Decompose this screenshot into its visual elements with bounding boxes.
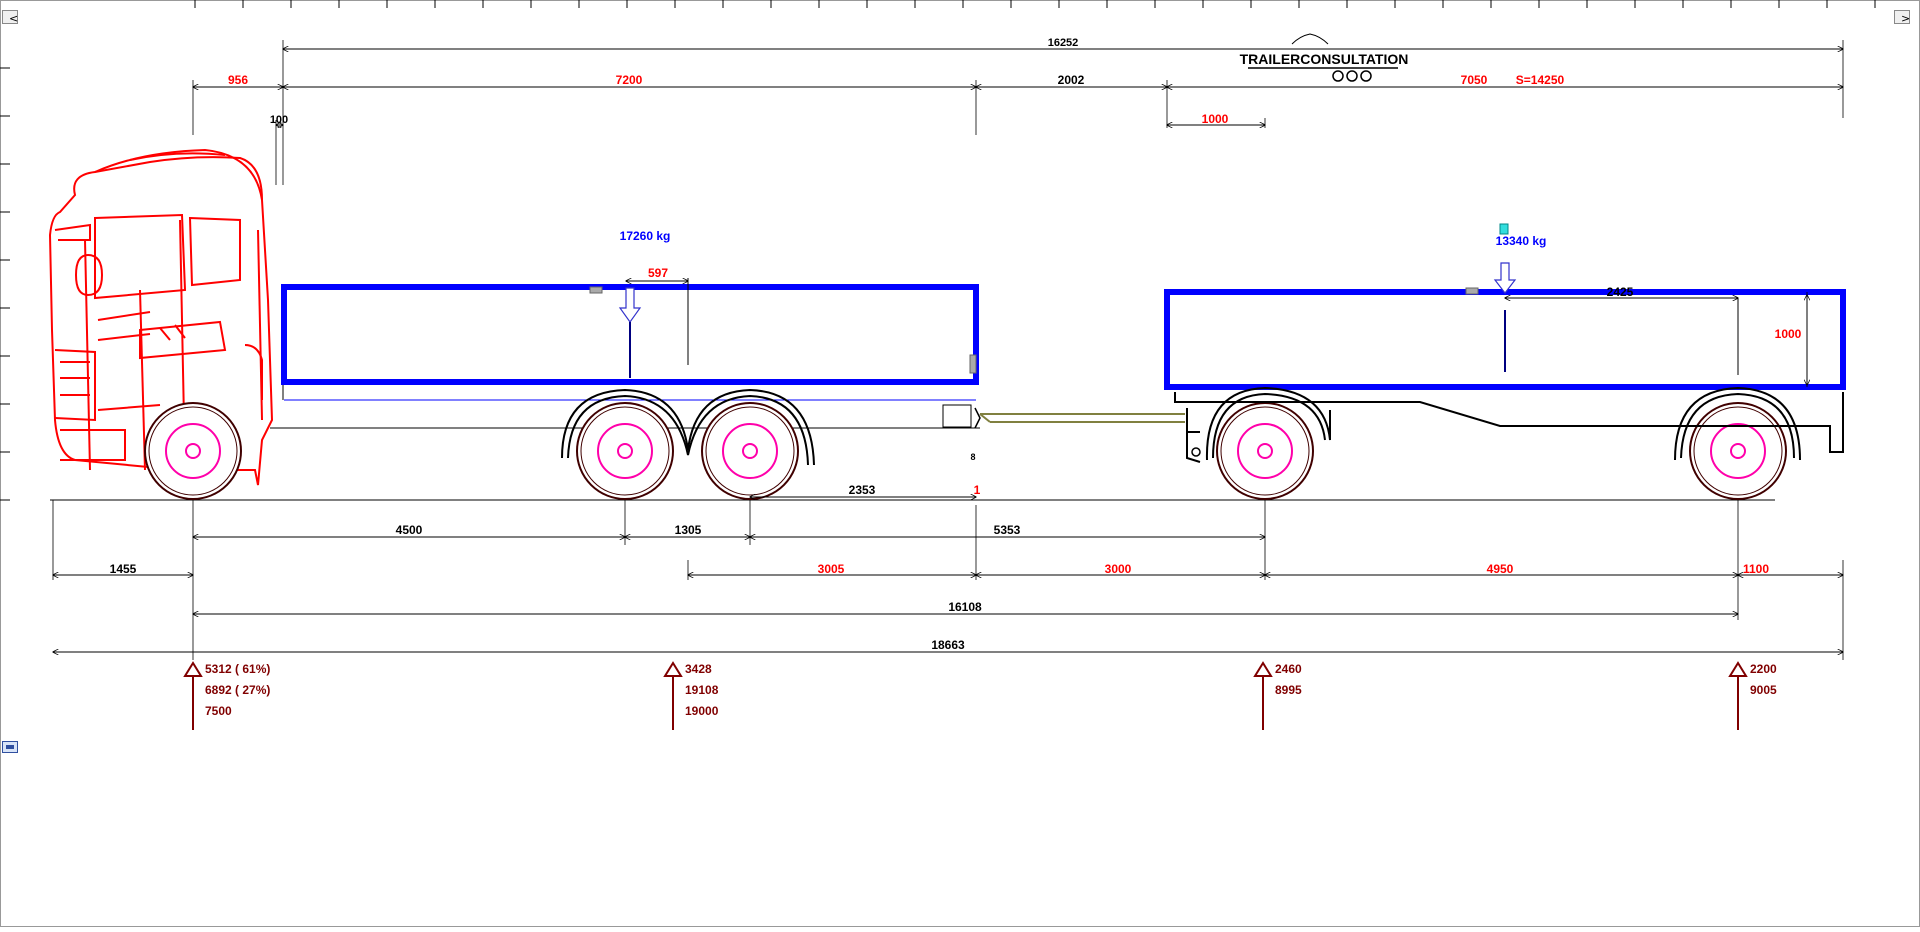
axle-load-value: 7500 [205,704,232,718]
canvas-border [0,0,1920,927]
dim-18663: 18663 [931,638,965,652]
axle-load-value: 19108 [685,683,719,697]
dim-gap: 2002 [1058,73,1085,87]
axle-load-value: 6892 ( 27%) [205,683,270,697]
axle-load-value: 2460 [1275,662,1302,676]
wheel [1216,402,1314,500]
truck-body-marker [589,286,603,294]
dim-marker-b: 8 [970,452,975,462]
dim-3005: 3005 [818,562,845,576]
wheel [1689,402,1787,500]
wheel [576,402,674,500]
coupling [942,404,981,429]
axle-load-arrow: 2460 8995 [1253,661,1302,730]
wheel [144,402,242,500]
dim-4950: 4950 [1487,562,1514,576]
view-toggle-icon[interactable] [2,741,18,753]
dimension-labels: 16252 956 7200 2002 7050 S=14250 100 1000 597 242… [110,37,1802,652]
dim-load-offset-truck: 597 [648,266,668,280]
dim-truck-body: 7200 [616,73,643,87]
dim-total-body: S=14250 [1516,73,1565,87]
dim-wheelbase: 4500 [396,523,423,537]
trailer-body-marker [1465,287,1479,295]
axle-load-arrows: 5312 ( 61%) 6892 ( 27%) 7500 3428 19108 19000… [183,661,1777,730]
dim-front-overhang: 956 [228,73,248,87]
dim-body-height: 1000 [1775,327,1802,341]
axle-load-arrow: 2200 9005 [1728,661,1777,730]
axle-load-value: 8995 [1275,683,1302,697]
dimension-lines [53,40,1843,660]
dim-marker-a: 1 [974,483,981,497]
dim-load-offset-trailer: 2425 [1607,285,1634,299]
dim-16108: 16108 [948,600,982,614]
dim-cab-gap: 100 [270,114,288,126]
axle-load-value: 5312 ( 61%) [205,662,270,676]
vehicle-drawing: 16252 956 7200 2002 7050 S=14250 100 1000 597 242… [0,0,1920,927]
trailer-load-label: 13340 kg [1496,234,1547,248]
dim-trailer-offset: 1000 [1202,112,1229,126]
scroll-right-button[interactable]: > [1894,10,1910,25]
axle-load-arrow: 5312 ( 61%) 6892 ( 27%) 7500 [183,661,270,730]
wheel [701,402,799,500]
trailer-load-arrow [1493,262,1517,372]
drawbar [979,413,1185,423]
truck-load-label: 17260 kg [620,229,671,243]
wheels [144,402,1787,500]
ruler-left [0,67,10,501]
truck-body-tail-marker [969,354,977,374]
dim-trailer-body: 7050 [1461,73,1488,87]
truck-load-arrow [618,287,642,378]
dim-coupling: 2353 [849,483,876,497]
axle-load-value: 2200 [1750,662,1777,676]
axle-load-value: 19000 [685,704,719,718]
dim-drawbar-len: 5353 [994,523,1021,537]
trailer-light [1191,447,1201,457]
axle-load-value: 3428 [685,662,712,676]
trailer-load-flag [1499,223,1509,235]
dim-front-to-axle: 1455 [110,562,137,576]
dim-3000: 3000 [1105,562,1132,576]
scroll-left-button[interactable]: < [2,10,18,25]
dim-1100: 1100 [1743,562,1769,576]
dim-tandem: 1305 [675,523,702,537]
axle-load-arrow: 3428 19108 19000 [663,661,719,730]
axle-load-value: 9005 [1750,683,1777,697]
logo-text: TRAILERCONSULTATION [1240,51,1409,67]
ruler-top [194,0,1876,8]
vehicle-drawing-canvas: 16252 956 7200 2002 7050 S=14250 100 1000 597 242… [0,0,1920,927]
dim-overall-body: 16252 [1048,37,1079,49]
